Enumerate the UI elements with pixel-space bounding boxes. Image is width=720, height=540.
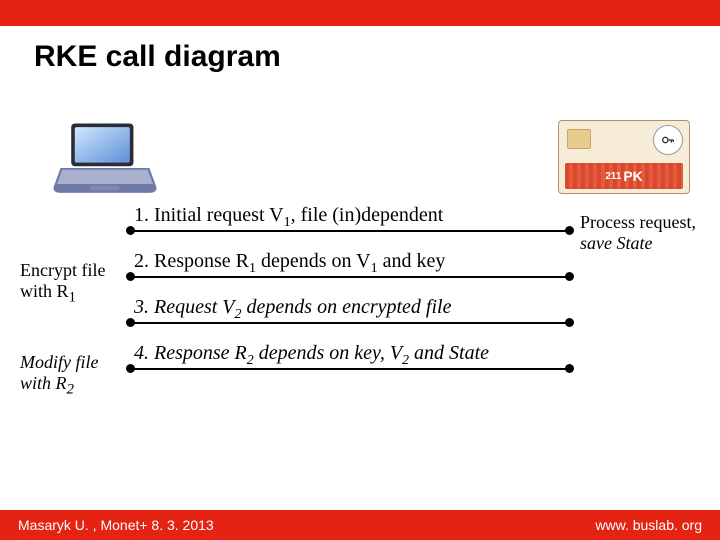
smartcard-icon: 211 PK — [558, 120, 690, 194]
message-lanes: 1. Initial request V1, file (in)dependen… — [130, 208, 570, 392]
endpoint-dot — [565, 364, 574, 373]
slide-title: RKE call diagram — [34, 40, 281, 74]
note-line: Modify file — [20, 352, 98, 372]
note-line: Process request, — [580, 212, 696, 232]
chip-icon — [567, 129, 591, 149]
key-badge-icon — [653, 125, 683, 155]
message-text: 3. Request V2 depends on encrypted file — [134, 296, 451, 323]
note-line: save State — [580, 233, 652, 253]
right-side-note: Process request, save State — [580, 212, 696, 253]
note-line: Encrypt file — [20, 260, 105, 280]
message-4: 4. Response R2 depends on key, V2 and St… — [130, 346, 570, 372]
left-side-note-modify: Modify file with R2 — [20, 352, 98, 399]
endpoint-dot — [565, 318, 574, 327]
note-subscript: 1 — [69, 289, 77, 305]
note-subscript: 2 — [67, 381, 75, 397]
footer-right-text: www. buslab. org — [595, 517, 702, 533]
endpoint-dot — [565, 226, 574, 235]
message-text: 4. Response R2 depends on key, V2 and St… — [134, 342, 489, 369]
message-3: 3. Request V2 depends on encrypted file — [130, 300, 570, 326]
message-1: 1. Initial request V1, file (in)dependen… — [130, 208, 570, 234]
message-text: 1. Initial request V1, file (in)dependen… — [134, 204, 443, 231]
card-brand-suffix: PK — [623, 168, 642, 184]
card-brand-prefix: 211 — [605, 171, 621, 182]
note-line: with R — [20, 373, 67, 393]
slide: RKE call diagram 211 PK — [0, 0, 720, 540]
note-line: with R — [20, 281, 69, 301]
message-text: 2. Response R1 depends on V1 and key — [134, 250, 445, 277]
message-2: 2. Response R1 depends on V1 and key — [130, 254, 570, 280]
card-brand-label: 211 PK — [565, 163, 683, 189]
left-side-note-encrypt: Encrypt file with R1 — [20, 260, 105, 307]
header-red-bar — [0, 0, 720, 26]
endpoint-dot — [565, 272, 574, 281]
footer-left-text: Masaryk U. , Monet+ 8. 3. 2013 — [18, 517, 214, 533]
laptop-icon — [50, 120, 160, 200]
